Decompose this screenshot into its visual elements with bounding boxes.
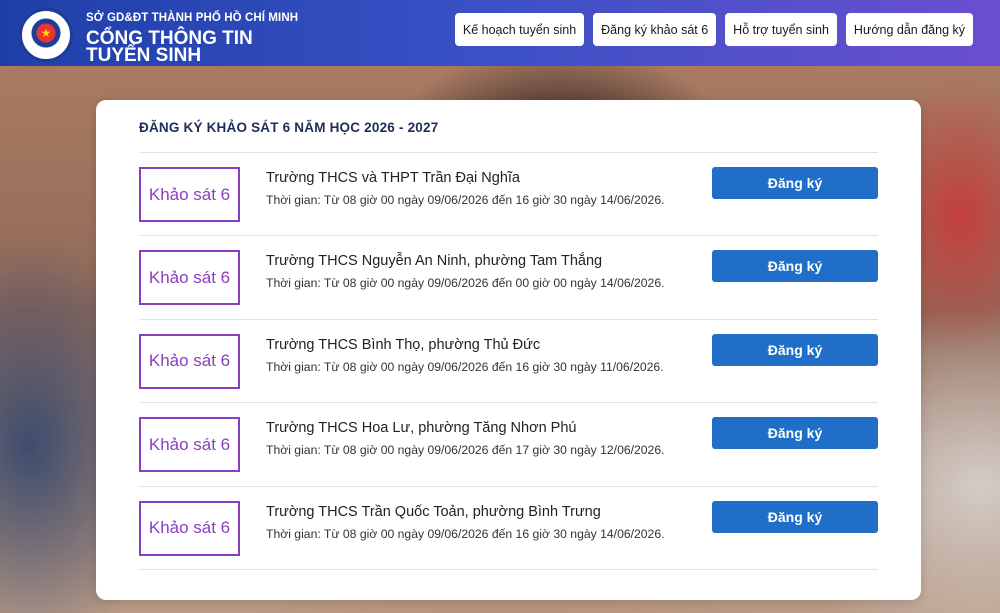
nav-registration-guide-button[interactable]: Hướng dẫn đăng ký <box>845 13 973 46</box>
survey-tag: Khảo sát 6 <box>139 417 240 473</box>
register-button[interactable]: Đăng ký <box>712 417 878 450</box>
site-header: ★ SỞ GD&ĐT THÀNH PHỐ HỒ CHÍ MINH CỔNG TH… <box>0 0 1000 66</box>
organization-name: SỞ GD&ĐT THÀNH PHỐ HỒ CHÍ MINH <box>86 12 299 24</box>
list-item: Khảo sát 6 Trường THCS Hoa Lư, phường Tă… <box>139 403 878 487</box>
survey-tag: Khảo sát 6 <box>139 500 240 556</box>
list-item: Khảo sát 6 Trường THCS Trần Quốc Toản, p… <box>139 487 878 570</box>
star-icon: ★ <box>40 25 52 40</box>
register-button[interactable]: Đăng ký <box>712 167 878 199</box>
registration-time: Thời gian: Từ 08 giờ 00 ngày 09/06/2026 … <box>266 276 665 291</box>
registration-time: Thời gian: Từ 08 giờ 00 ngày 09/06/2026 … <box>266 193 665 207</box>
list-item: Khảo sát 6 Trường THCS Bình Thọ, phường … <box>139 320 878 404</box>
survey-tag: Khảo sát 6 <box>139 333 240 389</box>
registration-time: Thời gian: Từ 08 giờ 00 ngày 09/06/2026 … <box>266 526 665 541</box>
school-name: Trường THCS Hoa Lư, phường Tăng Nhơn Phú <box>266 420 577 437</box>
education-department-seal-icon[interactable]: ★ <box>19 8 73 62</box>
school-name: Trường THCS Bình Thọ, phường Thủ Đức <box>266 336 541 353</box>
school-name: Trường THCS Trần Quốc Toản, phường Bình … <box>266 503 601 520</box>
nav-survey-registration-button[interactable]: Đăng ký khảo sát 6 <box>593 13 717 46</box>
survey-tag: Khảo sát 6 <box>139 250 240 306</box>
registration-time: Thời gian: Từ 08 giờ 00 ngày 09/06/2026 … <box>266 443 665 458</box>
register-button[interactable]: Đăng ký <box>712 333 878 366</box>
list-item: Khảo sát 6 Trường THCS Nguyễn An Ninh, p… <box>139 236 878 320</box>
registration-time: Thời gian: Từ 08 giờ 00 ngày 09/06/2026 … <box>266 359 664 374</box>
nav-admission-plan-button[interactable]: Kế hoạch tuyển sinh <box>454 13 585 46</box>
register-button[interactable]: Đăng ký <box>712 500 878 533</box>
school-name: Trường THCS và THPT Trần Đại Nghĩa <box>266 170 520 186</box>
school-name: Trường THCS Nguyễn An Ninh, phường Tam T… <box>266 253 603 270</box>
register-button[interactable]: Đăng ký <box>712 250 878 283</box>
page-title: ĐĂNG KÝ KHẢO SÁT 6 NĂM HỌC 2026 - 2027 <box>139 120 878 153</box>
survey-tag: Khảo sát 6 <box>139 167 240 222</box>
top-nav: Kế hoạch tuyển sinh Đăng ký khảo sát 6 H… <box>454 13 973 46</box>
survey-registration-card: ĐĂNG KÝ KHẢO SÁT 6 NĂM HỌC 2026 - 2027 K… <box>96 100 921 600</box>
nav-admission-support-button[interactable]: Hỗ trợ tuyển sinh <box>725 13 837 46</box>
list-item: Khảo sát 6 Trường THCS và THPT Trần Đại … <box>139 153 878 237</box>
seal-emblem: ★ <box>26 15 66 55</box>
site-title[interactable]: CỔNG THÔNG TIN TUYỂN SINH <box>86 29 316 65</box>
